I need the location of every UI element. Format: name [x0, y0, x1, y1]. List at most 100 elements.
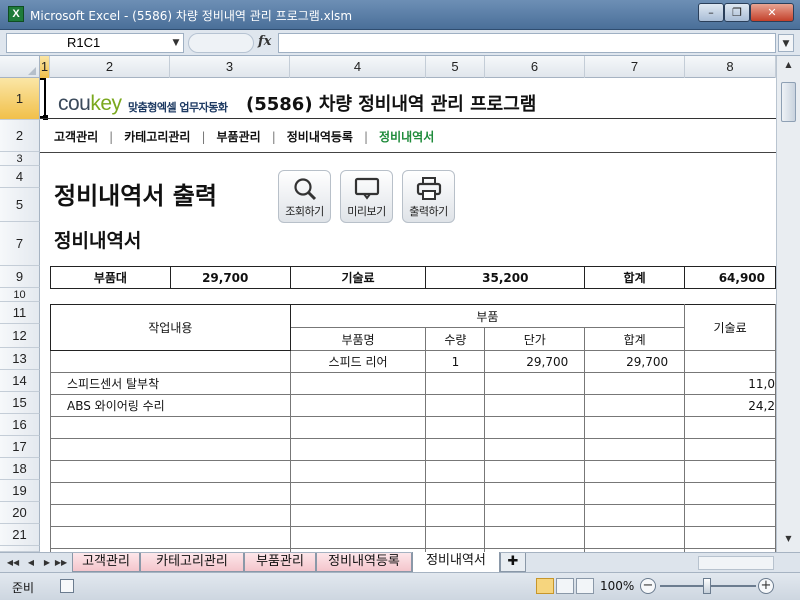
vertical-scrollbar[interactable]: ▲ ▼: [776, 56, 800, 552]
macro-record-icon[interactable]: [60, 579, 74, 593]
row-header[interactable]: 18: [0, 458, 40, 480]
row-header[interactable]: 4: [0, 166, 40, 188]
empty-cell[interactable]: [584, 526, 686, 549]
formula-input[interactable]: [278, 33, 776, 53]
empty-cell[interactable]: [425, 526, 486, 549]
empty-cell[interactable]: [484, 504, 586, 527]
row-header[interactable]: 11: [0, 302, 40, 324]
sheet-tab-statement[interactable]: 정비내역서: [412, 552, 500, 572]
sum-cell[interactable]: [584, 394, 686, 417]
empty-cell[interactable]: [484, 460, 586, 483]
labor-cell[interactable]: [684, 350, 776, 373]
qty-cell[interactable]: [425, 394, 486, 417]
row-header[interactable]: 5: [0, 188, 40, 222]
empty-cell[interactable]: [50, 482, 291, 505]
search-button[interactable]: 조회하기: [278, 170, 331, 223]
empty-cell[interactable]: [484, 416, 586, 439]
row-header[interactable]: 10: [0, 288, 40, 302]
empty-cell[interactable]: [425, 416, 486, 439]
insert-sheet-icon[interactable]: ✚: [500, 553, 526, 572]
labor-cell[interactable]: 24,2: [684, 394, 776, 417]
normal-view-icon[interactable]: [536, 578, 554, 594]
empty-cell[interactable]: [584, 504, 686, 527]
row-header[interactable]: 20: [0, 502, 40, 524]
row-header[interactable]: 17: [0, 436, 40, 458]
name-box[interactable]: R1C1: [6, 33, 184, 53]
empty-cell[interactable]: [684, 482, 776, 505]
empty-cell[interactable]: [50, 460, 291, 483]
excel-app-icon[interactable]: X: [8, 6, 24, 22]
empty-cell[interactable]: [425, 504, 486, 527]
empty-cell[interactable]: [584, 460, 686, 483]
empty-cell[interactable]: [684, 416, 776, 439]
empty-cell[interactable]: [425, 460, 486, 483]
column-header[interactable]: 4: [290, 56, 426, 78]
empty-cell[interactable]: [50, 504, 291, 527]
column-header[interactable]: 3: [170, 56, 290, 78]
sum-cell[interactable]: 29,700: [584, 350, 686, 373]
zoom-slider-knob[interactable]: [703, 578, 711, 594]
preview-button[interactable]: 미리보기: [340, 170, 393, 223]
row-header[interactable]: 21: [0, 524, 40, 546]
sheet-tab-customers[interactable]: 고객관리: [72, 553, 140, 572]
active-cell-r1c1[interactable]: [40, 78, 46, 118]
column-header[interactable]: 5: [426, 56, 485, 78]
zoom-out-icon[interactable]: −: [640, 578, 656, 594]
nav-parts[interactable]: 부품관리: [217, 128, 261, 145]
unit-price-cell[interactable]: [484, 372, 586, 395]
page-layout-view-icon[interactable]: [556, 578, 574, 594]
name-box-dropdown-icon[interactable]: ▼: [170, 35, 182, 51]
minimize-button[interactable]: –: [698, 3, 724, 22]
row-header[interactable]: 12: [0, 324, 40, 348]
empty-cell[interactable]: [50, 438, 291, 461]
row-header[interactable]: 7: [0, 222, 40, 266]
row-header[interactable]: 14: [0, 370, 40, 392]
empty-cell[interactable]: [584, 482, 686, 505]
labor-cell[interactable]: 11,0: [684, 372, 776, 395]
part-name-cell[interactable]: [289, 394, 427, 417]
part-name-cell[interactable]: 스피드 리어: [289, 350, 427, 373]
unit-price-cell[interactable]: 29,700: [484, 350, 586, 373]
next-sheet-icon[interactable]: ▶: [40, 556, 54, 570]
work-cell[interactable]: ABS 와이어링 수리: [50, 394, 291, 417]
empty-cell[interactable]: [484, 526, 586, 549]
empty-cell[interactable]: [484, 482, 586, 505]
vertical-scroll-thumb[interactable]: [781, 82, 796, 122]
unit-price-cell[interactable]: [484, 394, 586, 417]
nav-statement[interactable]: 정비내역서: [379, 128, 434, 145]
empty-cell[interactable]: [684, 438, 776, 461]
empty-cell[interactable]: [684, 526, 776, 549]
sheet-tab-parts[interactable]: 부품관리: [244, 553, 316, 572]
select-all-corner[interactable]: [0, 56, 40, 78]
row-header[interactable]: 3: [0, 152, 40, 166]
column-header[interactable]: 1: [40, 56, 50, 78]
sheet-tab-categories[interactable]: 카테고리관리: [140, 553, 244, 572]
row-header[interactable]: 16: [0, 414, 40, 436]
sum-cell[interactable]: [584, 372, 686, 395]
empty-cell[interactable]: [289, 416, 427, 439]
horizontal-scrollbar[interactable]: [698, 556, 774, 570]
empty-cell[interactable]: [289, 526, 427, 549]
total-value[interactable]: 64,900: [684, 266, 776, 289]
empty-cell[interactable]: [684, 460, 776, 483]
empty-cell[interactable]: [50, 526, 291, 549]
nav-categories[interactable]: 카테고리관리: [124, 128, 190, 145]
close-button[interactable]: ✕: [750, 3, 794, 22]
insert-function-icon[interactable]: fx: [258, 34, 271, 49]
worksheet[interactable]: coukey 맞춤형엑셀 업무자동화 (5586) 차량 정비내역 관리 프로그…: [40, 78, 776, 552]
empty-cell[interactable]: [289, 460, 427, 483]
row-header[interactable]: 13: [0, 348, 40, 370]
prev-sheet-icon[interactable]: ◀: [24, 556, 38, 570]
work-cell[interactable]: 스피드센서 탈부착: [50, 372, 291, 395]
scroll-up-icon[interactable]: ▲: [781, 60, 796, 74]
empty-cell[interactable]: [50, 416, 291, 439]
nav-customers[interactable]: 고객관리: [54, 128, 98, 145]
scroll-down-icon[interactable]: ▼: [781, 534, 796, 548]
part-name-cell[interactable]: [289, 372, 427, 395]
empty-cell[interactable]: [484, 438, 586, 461]
row-header[interactable]: 19: [0, 480, 40, 502]
restore-button[interactable]: ❐: [724, 3, 750, 22]
qty-cell[interactable]: [425, 372, 486, 395]
first-sheet-icon[interactable]: ◀◀: [6, 556, 20, 570]
work-cell[interactable]: [50, 350, 291, 373]
